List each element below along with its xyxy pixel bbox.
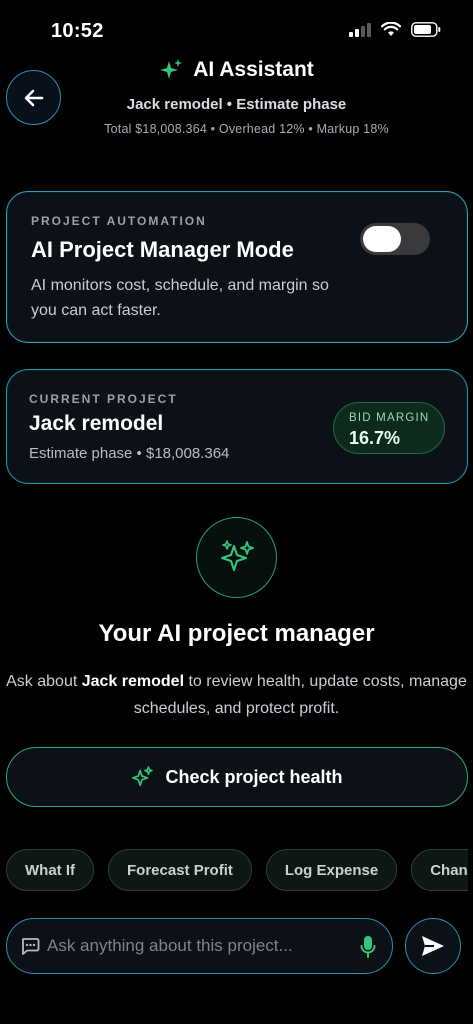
hero-text-project: Jack remodel [81,673,185,690]
project-name: Jack remodel [29,412,164,435]
sparkles-icon [132,766,154,787]
project-summary: Total $18,008.364 • Overhead 12% • Marku… [104,122,389,136]
check-project-health-button[interactable]: Check project health [6,747,468,807]
chip-log-expense[interactable]: Log Expense [265,849,398,891]
chip-what-if[interactable]: What If [6,849,94,891]
message-composer [6,918,393,974]
automation-card: PROJECT AUTOMATION AI Project Manager Mo… [6,191,468,343]
bid-margin-badge: BID MARGIN 16.7% [333,402,445,454]
page-subtitle: Jack remodel • Estimate phase [126,96,347,113]
sparkles-icon [160,59,183,79]
send-icon [422,936,444,956]
hero-title: Your AI project manager [98,620,375,647]
bid-margin-label: BID MARGIN [349,412,430,424]
project-meta: Estimate phase • $18,008.364 [29,445,230,462]
microphone-icon[interactable] [360,935,376,959]
hero-text-suffix: to review health, update costs, manage s… [133,673,467,717]
wifi-icon [381,22,401,36]
automation-description: AI monitors cost, schedule, and margin s… [31,277,329,319]
page-title: AI Assistant [193,58,314,81]
hero-text: Ask about Jack remodel to review health,… [6,668,467,722]
header: AI Assistant Jack remodel • Estimate pha… [0,56,473,146]
title-row: AI Assistant [0,58,473,82]
quick-action-chips: What If Forecast Profit Log Expense Chan… [0,849,468,891]
check-project-health-label: Check project health [165,766,343,787]
status-icons [349,22,441,37]
ai-badge [196,517,277,598]
hero-text-prefix: Ask about [6,673,82,690]
sparkles-icon [220,539,254,571]
current-project-card[interactable]: CURRENT PROJECT Jack remodel Estimate ph… [6,369,468,484]
chip-change-order[interactable]: Change Order [411,849,468,891]
message-input[interactable] [47,931,347,961]
automation-eyebrow: PROJECT AUTOMATION [31,214,207,228]
battery-icon [411,22,441,37]
status-time: 10:52 [51,20,104,42]
automation-title: AI Project Manager Mode [31,237,294,262]
chip-forecast-profit[interactable]: Forecast Profit [108,849,252,891]
bid-margin-value: 16.7% [349,428,401,448]
ai-manager-mode-toggle[interactable] [360,223,430,255]
chat-bubble-icon [21,938,40,955]
send-button[interactable] [405,918,461,974]
toggle-knob [363,226,401,252]
cellular-signal-icon [349,22,371,37]
status-bar: 10:52 [0,0,473,60]
project-eyebrow: CURRENT PROJECT [29,392,178,406]
